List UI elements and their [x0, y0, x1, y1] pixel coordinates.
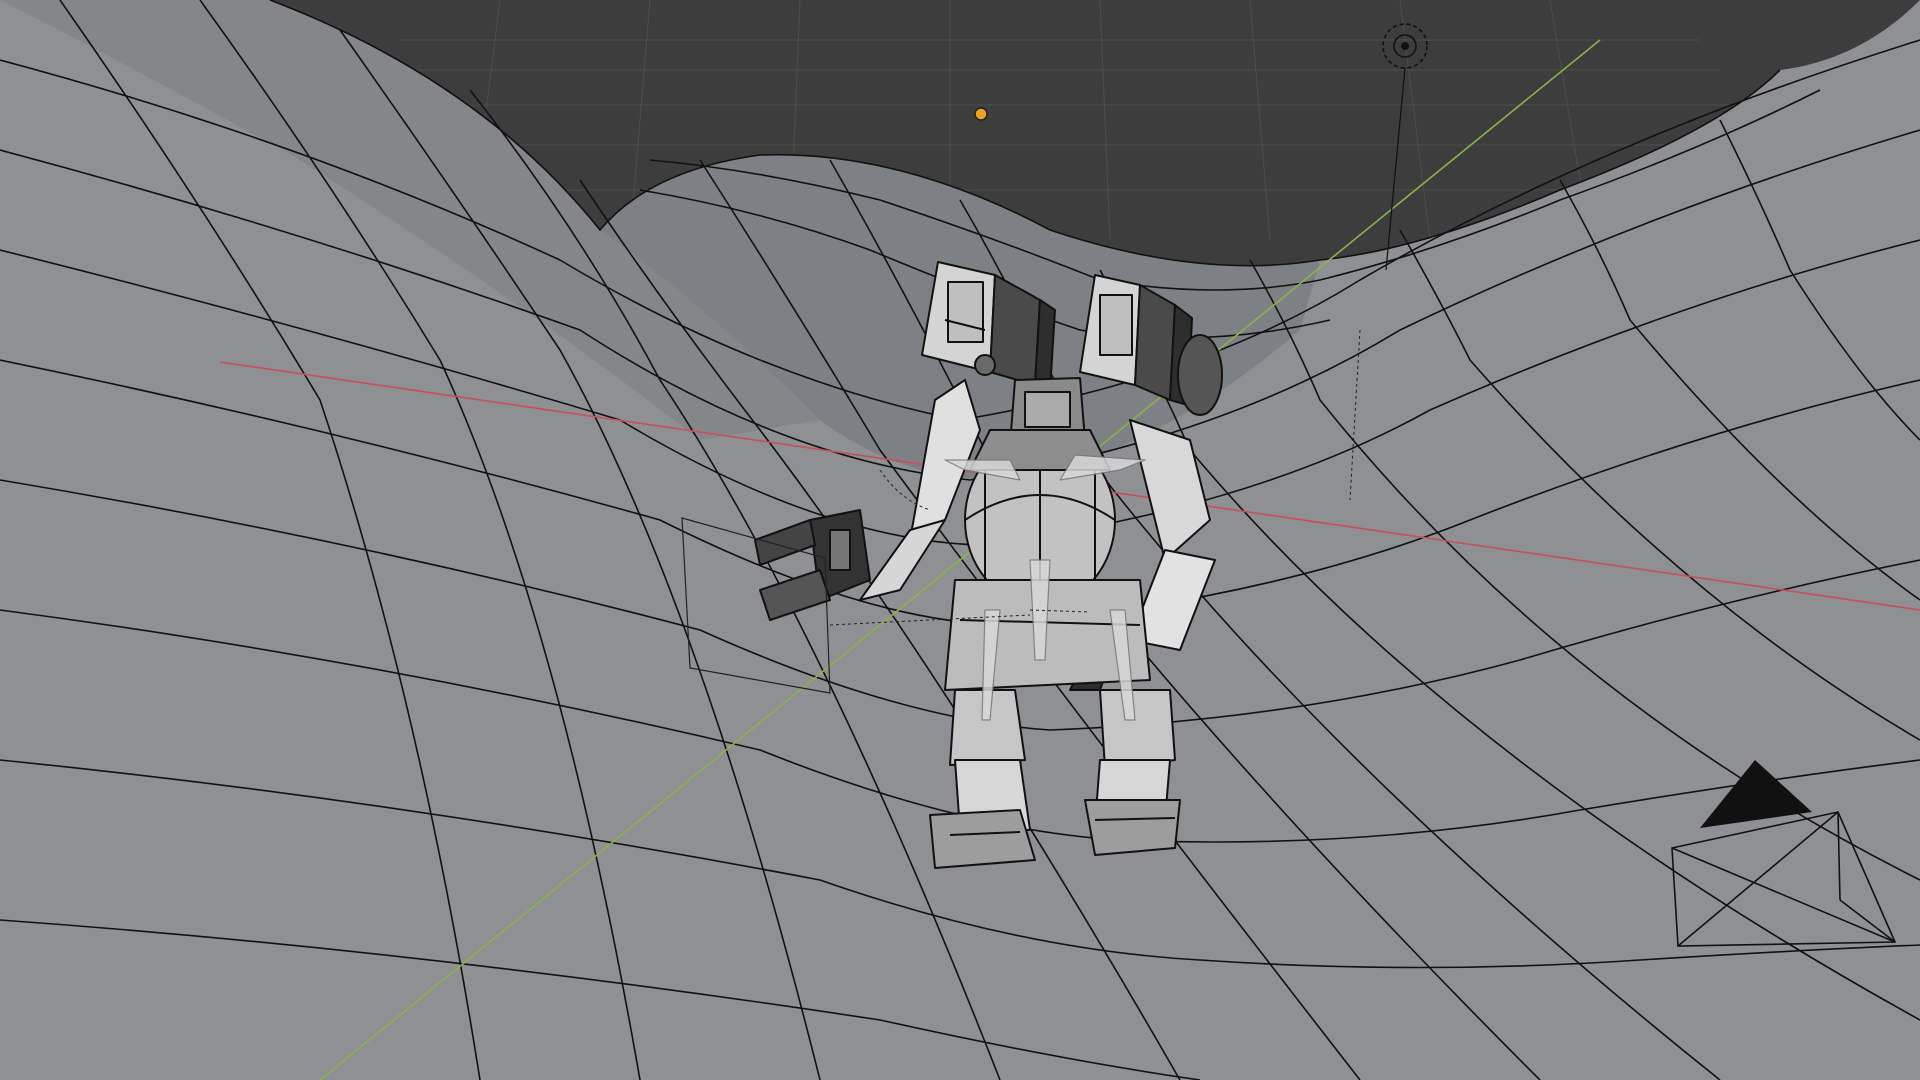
viewport-canvas[interactable]	[0, 0, 1920, 1080]
point-light-icon[interactable]	[974, 107, 988, 121]
3d-viewport[interactable]	[0, 0, 1920, 1080]
